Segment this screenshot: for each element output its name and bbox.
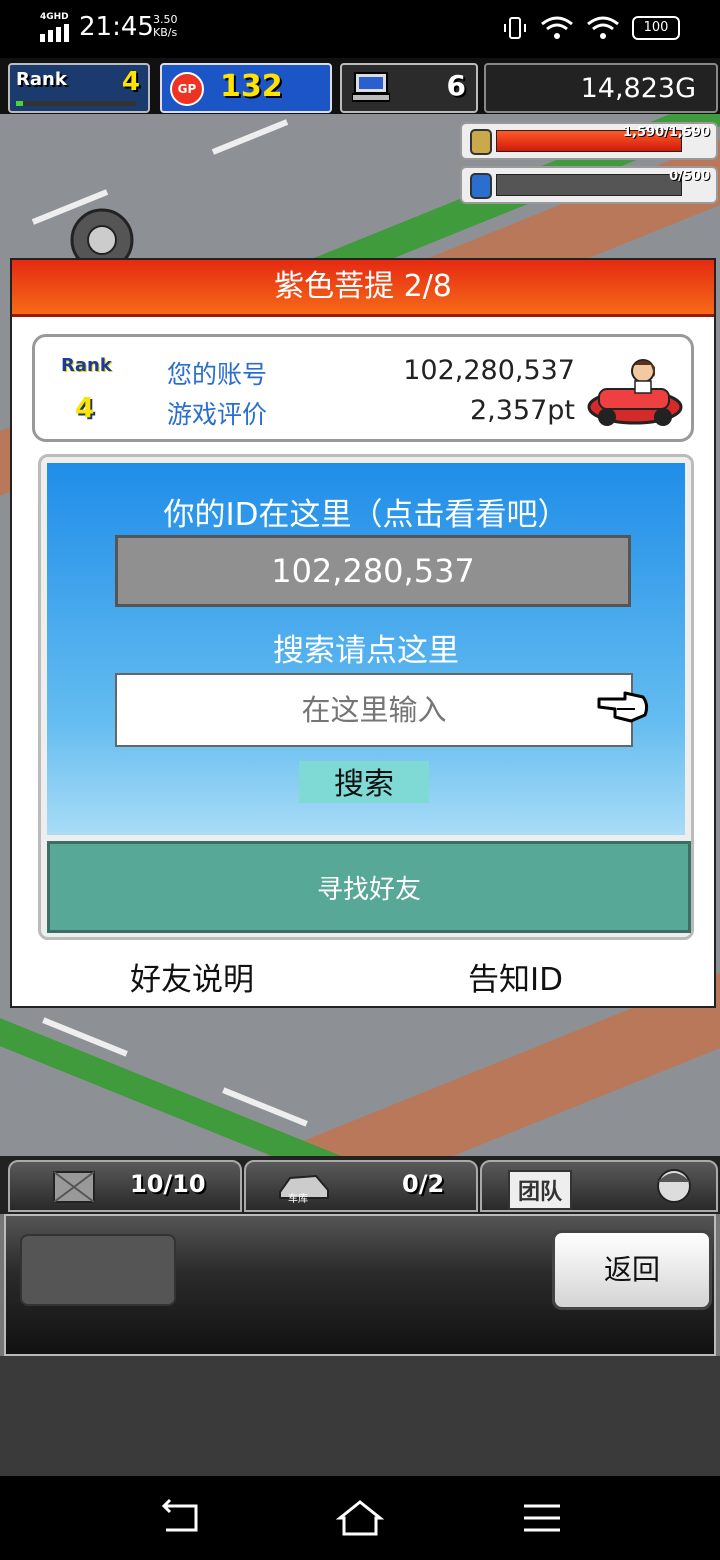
bottle-icon	[470, 173, 492, 199]
rating-label: 游戏评价	[167, 400, 268, 429]
account-label: 您的账号	[167, 360, 268, 389]
vibrate-icon	[504, 17, 526, 39]
rating-value: 2,357pt	[469, 395, 575, 426]
blank-area	[0, 1356, 720, 1476]
parts-slot[interactable]: 10/10	[8, 1160, 242, 1212]
gp-icon: GP	[170, 72, 204, 106]
card-rank-label: Rank	[61, 355, 112, 376]
team-label: 团队	[508, 1170, 573, 1210]
clock: 21:45	[79, 12, 154, 42]
rank-value: 4	[121, 67, 140, 97]
water-value: 0/500	[669, 169, 710, 184]
computer-panel[interactable]: 6	[340, 63, 478, 113]
gp-panel[interactable]: GP 132	[160, 63, 332, 113]
coin-stack-icon	[470, 129, 492, 155]
search-hint: 搜索请点这里	[273, 633, 459, 669]
game-hud: Rank 4 GP 132 6 14,823G	[0, 58, 720, 114]
id-panel-inner: 你的ID在这里（点击看看吧） 102,280,537 搜索请点这里 搜索	[47, 463, 685, 835]
id-panel: 你的ID在这里（点击看看吧） 102,280,537 搜索请点这里 搜索 寻找好…	[38, 454, 694, 940]
fuel-meter: 1,590/1,590	[460, 122, 718, 160]
status-icons: 100	[502, 15, 680, 41]
player-info-card: Rank 4 您的账号 游戏评价 102,280,537 2,357pt	[32, 334, 694, 442]
battery-icon: 100	[632, 16, 680, 40]
pointing-hand-icon	[597, 691, 649, 723]
money-value: 14,823G	[580, 73, 696, 104]
friend-dialog: 紫色菩提 2/8 Rank 4 您的账号 游戏评价 102,280,537 2,…	[10, 258, 716, 1008]
rank-label: Rank	[16, 69, 67, 90]
character-face-icon	[657, 1169, 691, 1203]
home-nav-icon[interactable]	[336, 1498, 384, 1538]
account-value: 102,280,537	[403, 355, 575, 386]
status-bar: 4GHD 21:45 3.50 KB/s 100	[0, 0, 720, 58]
back-button[interactable]: 返回	[552, 1230, 712, 1310]
empty-command-slot	[20, 1234, 176, 1306]
water-meter: 0/500	[460, 166, 718, 204]
network-type: 4GHD	[40, 12, 69, 22]
search-button[interactable]: 搜索	[299, 761, 429, 803]
wifi-icon	[541, 16, 573, 39]
card-rank-value: 4	[75, 391, 95, 424]
tire-icon	[70, 208, 134, 262]
friend-help-link[interactable]: 好友说明	[130, 954, 254, 999]
search-input[interactable]	[115, 673, 633, 747]
rank-panel[interactable]: Rank 4	[8, 63, 150, 113]
parts-count: 10/10	[130, 1170, 206, 1198]
computer-value: 6	[446, 69, 466, 102]
money-panel: 14,823G	[484, 63, 718, 113]
find-friend-button[interactable]: 寻找好友	[47, 841, 691, 933]
rank-progress-bar	[16, 101, 136, 106]
network-speed: 3.50 KB/s	[153, 13, 178, 39]
road-marking	[211, 119, 289, 155]
id-hint: 你的ID在这里（点击看看吧）	[163, 497, 569, 533]
garage-slot[interactable]: 车库 0/2	[244, 1160, 478, 1212]
gp-value: 132	[220, 69, 283, 104]
back-nav-icon[interactable]	[158, 1498, 202, 1538]
wifi-icon-2	[587, 16, 619, 39]
inventory-strip: 10/10 车库 0/2 团队	[0, 1156, 720, 1214]
system-nav-bar	[0, 1476, 720, 1560]
share-id-link[interactable]: 告知ID	[468, 954, 563, 999]
garage-count: 0/2	[402, 1170, 445, 1198]
command-area: 返回	[4, 1214, 716, 1356]
water-bar	[496, 174, 682, 196]
computer-icon	[352, 72, 390, 102]
signal-icon: 4GHD	[40, 12, 72, 42]
crate-icon	[53, 1171, 95, 1203]
dialog-title: 紫色菩提 2/8	[12, 260, 714, 317]
my-id-box[interactable]: 102,280,537	[115, 535, 631, 607]
team-slot[interactable]: 团队	[480, 1160, 718, 1212]
garage-label: 车库	[288, 1194, 308, 1205]
fuel-value: 1,590/1,590	[623, 125, 710, 140]
red-car-avatar-icon	[587, 359, 683, 426]
menu-nav-icon[interactable]	[520, 1498, 564, 1538]
